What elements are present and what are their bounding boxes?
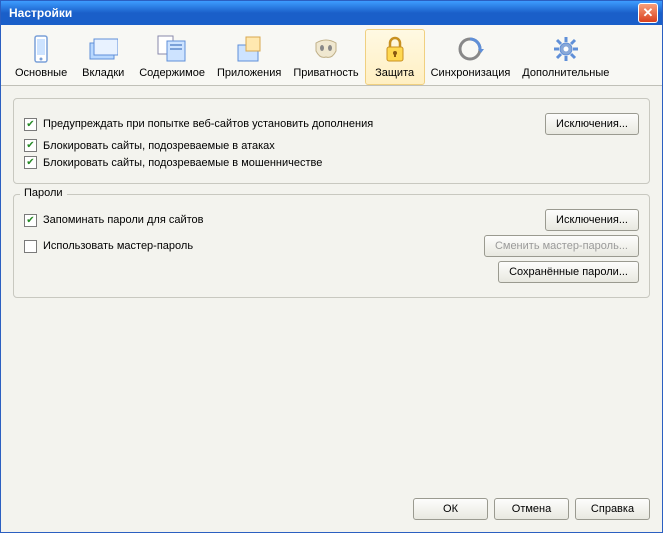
- sync-icon: [454, 33, 486, 65]
- cancel-button[interactable]: Отмена: [494, 498, 569, 520]
- mask-icon: [310, 33, 342, 65]
- close-button[interactable]: ✕: [638, 3, 658, 23]
- content-icon: [156, 33, 188, 65]
- tab-label: Вкладки: [82, 67, 124, 79]
- master-password-checkbox[interactable]: [24, 240, 37, 253]
- tab-general[interactable]: Основные: [9, 29, 73, 85]
- saved-passwords-button[interactable]: Сохранённые пароли...: [498, 261, 639, 283]
- tab-security[interactable]: Защита: [365, 29, 425, 85]
- footer: ОК Отмена Справка: [1, 488, 662, 532]
- exceptions-button[interactable]: Исключения...: [545, 113, 639, 135]
- passwords-group: Пароли ✔ Запоминать пароли для сайтов Ис…: [13, 194, 650, 298]
- passwords-legend: Пароли: [20, 187, 67, 199]
- folder-icon: [87, 33, 119, 65]
- tab-applications[interactable]: Приложения: [211, 29, 287, 85]
- block-attack-checkbox[interactable]: ✔: [24, 139, 37, 152]
- tab-label: Синхронизация: [431, 67, 511, 79]
- tab-label: Дополнительные: [522, 67, 609, 79]
- tab-label: Содержимое: [139, 67, 205, 79]
- tab-advanced[interactable]: Дополнительные: [516, 29, 615, 85]
- tab-content[interactable]: Содержимое: [133, 29, 211, 85]
- gear-icon: [550, 33, 582, 65]
- block-attack-label: Блокировать сайты, подозреваемые в атака…: [43, 140, 275, 152]
- tab-privacy[interactable]: Приватность: [287, 29, 364, 85]
- tab-label: Основные: [15, 67, 67, 79]
- lock-icon: [379, 33, 411, 65]
- remember-passwords-checkbox[interactable]: ✔: [24, 214, 37, 227]
- titlebar: Настройки ✕: [1, 1, 662, 25]
- warn-addons-label: Предупреждать при попытке веб-сайтов уст…: [43, 118, 373, 130]
- password-exceptions-button[interactable]: Исключения...: [545, 209, 639, 231]
- tab-label: Приложения: [217, 67, 281, 79]
- window-title: Настройки: [9, 6, 72, 20]
- master-password-label: Использовать мастер-пароль: [43, 240, 193, 252]
- help-button[interactable]: Справка: [575, 498, 650, 520]
- tab-sync[interactable]: Синхронизация: [425, 29, 517, 85]
- content-area: ✔ Предупреждать при попытке веб-сайтов у…: [1, 86, 662, 488]
- apps-icon: [233, 33, 265, 65]
- tab-label: Защита: [375, 67, 414, 79]
- ok-button[interactable]: ОК: [413, 498, 488, 520]
- settings-window: Настройки ✕ Основные Вкладки Содержимое: [0, 0, 663, 533]
- tab-toolbar: Основные Вкладки Содержимое Приложения П…: [1, 25, 662, 86]
- block-fraud-label: Блокировать сайты, подозреваемые в мошен…: [43, 157, 322, 169]
- block-fraud-checkbox[interactable]: ✔: [24, 156, 37, 169]
- change-master-button: Сменить мастер-пароль...: [484, 235, 639, 257]
- remember-passwords-label: Запоминать пароли для сайтов: [43, 214, 204, 226]
- tab-label: Приватность: [293, 67, 358, 79]
- phone-icon: [25, 33, 57, 65]
- security-group: ✔ Предупреждать при попытке веб-сайтов у…: [13, 98, 650, 184]
- close-icon: ✕: [643, 5, 654, 21]
- warn-addons-checkbox[interactable]: ✔: [24, 118, 37, 131]
- tab-tabs[interactable]: Вкладки: [73, 29, 133, 85]
